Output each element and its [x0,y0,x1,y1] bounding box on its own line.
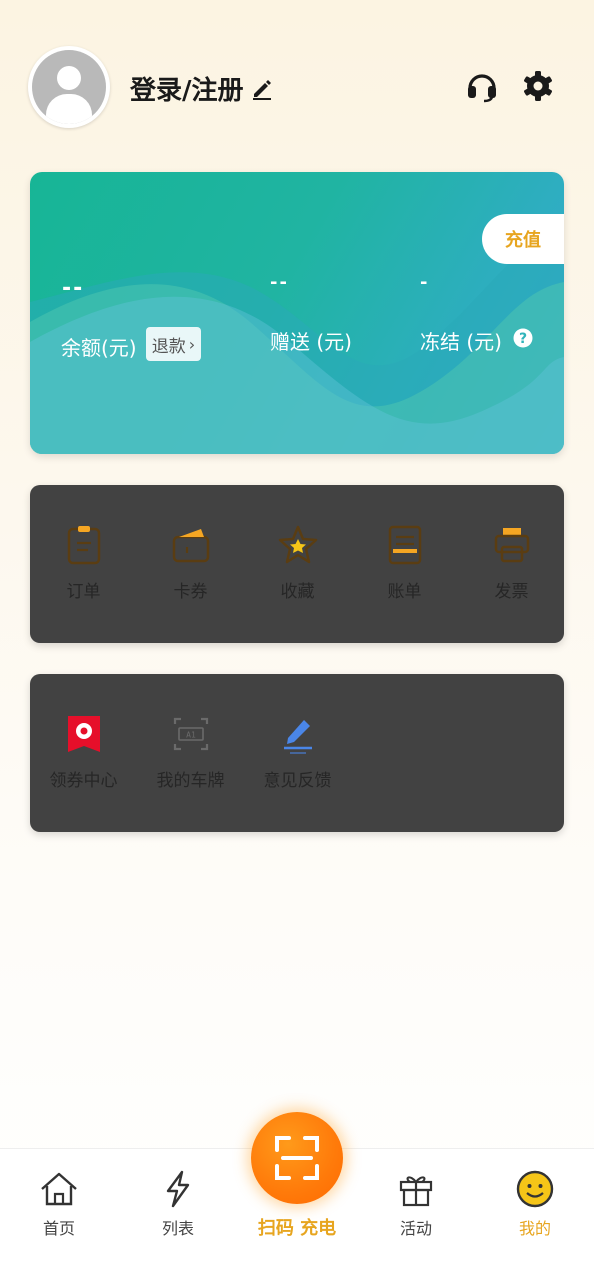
license-plate-icon: A1 [173,717,208,751]
tab-label-active: 我的 [518,1219,551,1238]
star-icon [278,525,317,564]
tab-list[interactable]: 列表 [138,1169,218,1239]
frozen-value: - [420,272,430,293]
menu-item-label: 领券中心 [49,771,118,791]
gift-icon [399,1176,433,1207]
home-icon [41,1172,77,1206]
help-icon[interactable]: ? [513,328,533,348]
tab-label: 首页 [42,1219,75,1238]
login-register-link[interactable]: 登录/注册 [130,70,274,107]
smiley-icon [516,1170,554,1208]
edit-icon [252,79,271,100]
menu-item-label: 意见反馈 [263,771,332,791]
profile-header: 登录/注册 [0,0,594,170]
menu-item-license-plate[interactable]: A1 我的车牌 [137,712,244,802]
menu-item-label: 发票 [494,582,529,602]
menu-item-orders[interactable]: 订单 [30,523,137,613]
frozen-label: 冻结 (元) [420,330,502,354]
menu-item-coupons[interactable]: 卡券 [137,523,244,613]
menu-item-label: 订单 [66,582,101,602]
chevron-right-icon: › [188,334,196,354]
service-menu: 订单 卡券 收藏 账单 发票 [30,485,564,643]
bill-icon [388,525,421,565]
card-wave-background [30,240,564,454]
menu-item-label: 我的车牌 [156,771,225,791]
tab-label: 列表 [161,1219,194,1238]
scan-icon [275,1136,319,1180]
default-avatar-icon [32,50,106,124]
svg-text:A1: A1 [186,731,196,740]
menu-item-favorites[interactable]: 收藏 [244,523,351,613]
menu-item-invoice[interactable]: 发票 [458,523,565,613]
order-icon [67,526,100,565]
refund-button[interactable]: 退款 › [146,327,201,361]
feedback-icon [283,720,312,754]
balance-card: 充值 -- 余额(元) 退款 › -- 赠送 (元) - 冻结 (元) ? [30,172,564,454]
coupon-icon [172,529,209,563]
balance-label: 余额(元) [61,336,137,360]
lightning-icon [166,1170,190,1208]
gift-label: 赠送 (元) [270,330,352,354]
recharge-button[interactable]: 充值 [482,214,564,264]
avatar[interactable] [28,46,110,128]
menu-item-feedback[interactable]: 意见反馈 [244,712,351,802]
gift-value: -- [270,272,289,293]
menu-item-label: 收藏 [280,582,315,602]
login-register-label: 登录/注册 [130,76,244,106]
menu-item-label: 卡券 [173,582,208,602]
scan-charge-label: 扫码 充电 [257,1218,337,1239]
invoice-icon [494,528,529,563]
tab-home[interactable]: 首页 [19,1169,99,1239]
coupon-center-icon [67,716,100,752]
settings-icon[interactable] [520,68,556,104]
scan-charge-button[interactable] [251,1112,343,1204]
menu-item-label: 账单 [387,582,422,602]
headset-icon[interactable] [464,68,500,104]
balance-value: -- [62,276,85,301]
tab-mine[interactable]: 我的 [495,1169,575,1239]
svg-text:?: ? [519,331,527,347]
refund-label: 退款 [151,336,186,357]
tools-menu: 领券中心 A1 我的车牌 意见反馈 [30,674,564,832]
menu-item-coupon-center[interactable]: 领券中心 [30,712,137,802]
tab-activity[interactable]: 活动 [376,1169,456,1239]
menu-item-bills[interactable]: 账单 [351,523,458,613]
tab-label: 活动 [399,1219,432,1238]
